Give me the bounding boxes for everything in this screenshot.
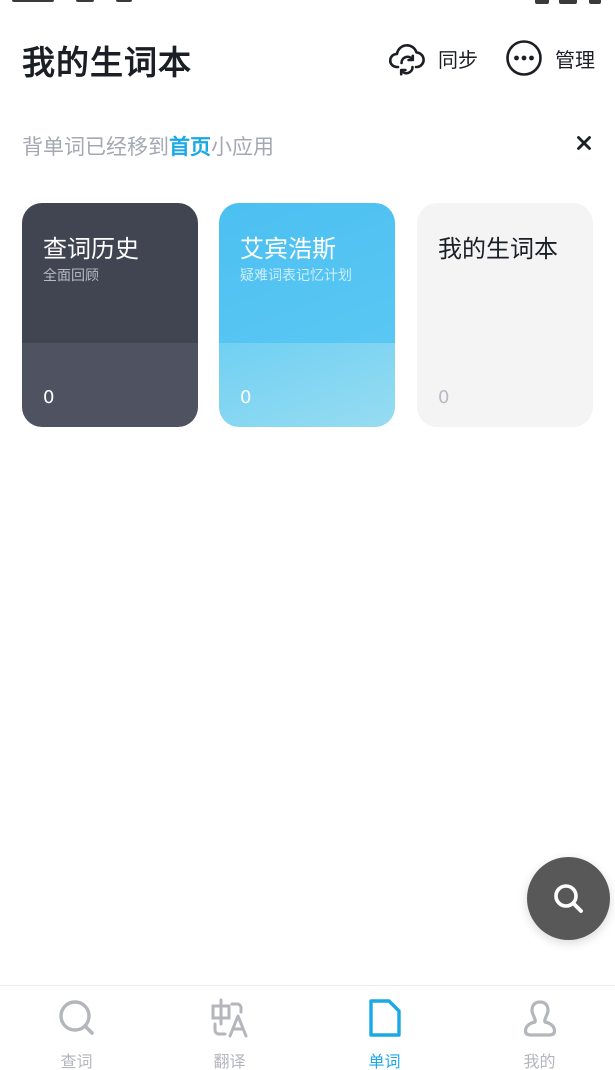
status-bar — [0, 0, 615, 10]
card-my-wordbook[interactable]: 我的生词本 0 — [417, 203, 593, 427]
search-icon — [553, 883, 583, 913]
tab-label: 单词 — [368, 1052, 401, 1070]
card-ebbinghaus[interactable]: 艾宾浩斯 疑难词表记忆计划 0 — [219, 203, 395, 427]
card-title: 我的生词本 — [438, 235, 558, 263]
more-icon — [506, 40, 542, 76]
notice-text: 背单词已经移到首页小应用 — [22, 131, 274, 161]
card-count: 0 — [240, 387, 252, 408]
tab-lookup[interactable]: 查词 — [0, 986, 153, 1070]
cloud-sync-icon — [388, 44, 425, 76]
header: 我的生词本 同步 管理 — [0, 30, 615, 86]
tab-label: 查词 — [60, 1052, 93, 1070]
close-icon — [577, 136, 591, 150]
tab-words[interactable]: 单词 — [308, 986, 461, 1070]
card-title: 查词历史 — [43, 235, 139, 263]
tab-label: 我的 — [523, 1052, 556, 1070]
page-title: 我的生词本 — [22, 43, 192, 82]
sync-button[interactable]: 同步 — [388, 38, 478, 78]
card-lookup-history[interactable]: 查词历史 全面回顾 0 — [22, 203, 198, 427]
document-icon — [368, 999, 401, 1037]
notice-text-after: 小应用 — [211, 135, 274, 159]
status-bar-left — [12, 0, 132, 6]
notice-home-link[interactable]: 首页 — [169, 135, 211, 159]
card-count: 0 — [43, 387, 55, 408]
manage-label: 管理 — [555, 47, 595, 72]
card-title: 艾宾浩斯 — [240, 235, 336, 263]
search-icon — [58, 1000, 94, 1035]
tab-label: 翻译 — [213, 1052, 246, 1070]
manage-button[interactable]: 管理 — [505, 38, 595, 78]
notice-close-button[interactable] — [571, 130, 597, 156]
card-subtitle: 全面回顾 — [43, 268, 99, 284]
notice-banner: 背单词已经移到首页小应用 — [22, 128, 597, 162]
tab-mine[interactable]: 我的 — [463, 986, 615, 1070]
notice-text-before: 背单词已经移到 — [22, 135, 169, 159]
wordbook-cards: 查词历史 全面回顾 0 艾宾浩斯 疑难词表记忆计划 0 我的生词本 0 — [22, 203, 597, 427]
card-subtitle: 疑难词表记忆计划 — [240, 268, 352, 284]
person-icon — [523, 1000, 556, 1037]
floating-search-button[interactable] — [527, 857, 610, 940]
status-bar-right — [515, 0, 605, 6]
card-count: 0 — [438, 387, 450, 408]
tab-translate[interactable]: 翻译 — [153, 986, 306, 1070]
sync-label: 同步 — [438, 47, 478, 72]
bottom-tab-bar: 查词 翻译 单词 我的 — [0, 985, 615, 1070]
translate-icon — [211, 998, 247, 1038]
